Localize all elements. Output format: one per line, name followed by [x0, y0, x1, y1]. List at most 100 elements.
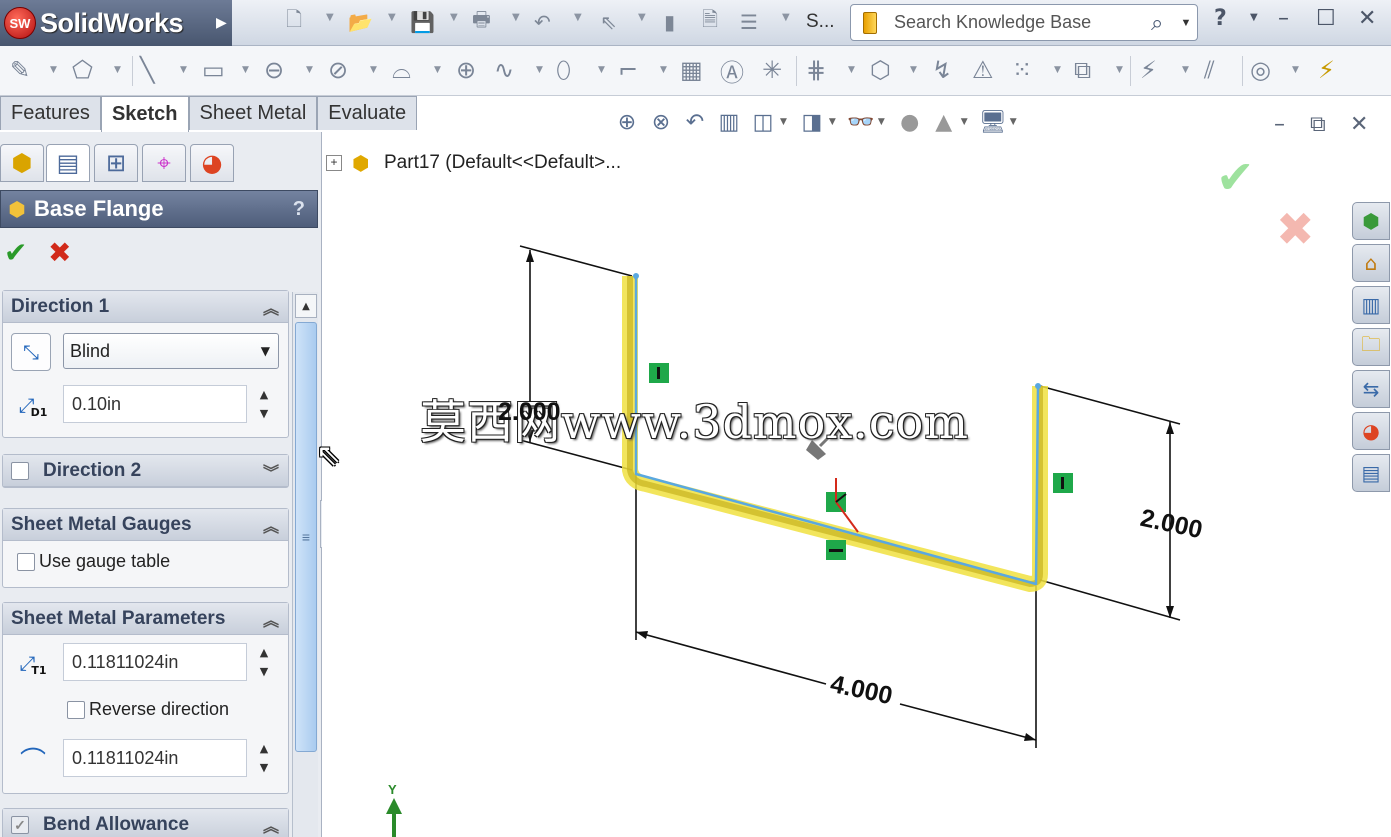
document-minimize-icon[interactable]: –: [1274, 112, 1285, 137]
use-gauge-table-checkbox[interactable]: [17, 552, 35, 571]
appearances-icon[interactable]: ◕: [1352, 412, 1390, 450]
help-icon[interactable]: ?: [1214, 6, 1227, 31]
arc-dropdown-icon[interactable]: ▼: [434, 65, 441, 75]
panel-scrollbar[interactable]: ▲ ≡: [292, 292, 318, 837]
view-settings-dropdown-icon[interactable]: ▼: [1010, 117, 1017, 127]
maximize-icon[interactable]: ☐: [1316, 6, 1336, 31]
scroll-thumb[interactable]: ≡: [295, 322, 317, 752]
file-properties-icon[interactable]: 🗎: [702, 7, 718, 36]
new-dropdown-icon[interactable]: ▼: [326, 12, 334, 23]
fillet-icon[interactable]: ⌐: [618, 55, 638, 85]
bend-allowance-header[interactable]: ✓ Bend Allowance ︽: [3, 809, 288, 837]
depth-spinner[interactable]: ▲ ▼: [253, 385, 275, 423]
circle-icon[interactable]: ⊘: [328, 55, 348, 85]
display-relations-icon[interactable]: ⚡: [1140, 55, 1157, 85]
direction1-header[interactable]: Direction 1 ︽: [3, 291, 288, 323]
confirm-cancel-x-icon[interactable]: ✖: [1276, 202, 1315, 256]
snaps-dropdown-icon[interactable]: ▼: [1292, 65, 1299, 75]
menu-expand-arrow-icon[interactable]: ▶: [216, 14, 227, 31]
dimension-left-label[interactable]: 2.000: [498, 398, 561, 427]
line-icon[interactable]: ╲: [140, 55, 154, 85]
cancel-button[interactable]: ✖: [48, 236, 71, 269]
pattern-dropdown-icon[interactable]: ▼: [1054, 65, 1061, 75]
feature-manager-tab-icon[interactable]: ⬢: [0, 144, 44, 182]
search-dropdown-icon[interactable]: ▼: [1175, 17, 1197, 29]
direction2-header[interactable]: Direction 2 ︾: [3, 455, 288, 487]
solidworks-resources-icon[interactable]: ⬢: [1352, 202, 1390, 240]
previous-view-icon[interactable]: ↶: [678, 105, 712, 139]
configuration-manager-tab-icon[interactable]: ⊞: [94, 144, 138, 182]
save-icon[interactable]: 💾: [410, 8, 435, 36]
hide-show-dropdown-icon[interactable]: ▼: [878, 117, 885, 127]
relations-dropdown-icon[interactable]: ▼: [1182, 65, 1189, 75]
confirm-ok-check-icon[interactable]: ✔: [1216, 150, 1255, 204]
view-palette-icon[interactable]: ⇆: [1352, 370, 1390, 408]
knowledge-base-search[interactable]: Search Knowledge Base ⌕ ▼: [850, 4, 1198, 41]
options-icon[interactable]: ☰: [740, 8, 758, 36]
use-gauge-table-option[interactable]: Use gauge table: [17, 551, 170, 572]
save-dropdown-icon[interactable]: ▼: [450, 12, 458, 23]
document-restore-icon[interactable]: ⧉: [1310, 112, 1326, 137]
ellipse-icon[interactable]: ⬯: [556, 55, 571, 85]
close-icon[interactable]: ✕: [1358, 6, 1376, 31]
polygon-icon[interactable]: ⊕: [456, 55, 476, 85]
ellipse-dropdown-icon[interactable]: ▼: [598, 65, 605, 75]
options-dropdown-icon[interactable]: ▼: [782, 12, 790, 23]
minimize-icon[interactable]: –: [1278, 6, 1289, 31]
dimension-dropdown-icon[interactable]: ▼: [114, 65, 121, 75]
circle-dropdown-icon[interactable]: ▼: [370, 65, 377, 75]
undo-dropdown-icon[interactable]: ▼: [574, 12, 582, 23]
end-condition-select[interactable]: Blind ▼: [63, 333, 279, 369]
rebuild-icon[interactable]: ▮: [664, 8, 675, 36]
gauges-header[interactable]: Sheet Metal Gauges ︽: [3, 509, 288, 541]
help-dropdown-icon[interactable]: ▼: [1250, 12, 1258, 23]
file-explorer-icon[interactable]: 🗀: [1352, 328, 1390, 366]
parameters-header[interactable]: Sheet Metal Parameters ︽: [3, 603, 288, 635]
tab-evaluate[interactable]: Evaluate: [317, 96, 418, 130]
ok-button[interactable]: ✔: [4, 236, 27, 269]
open-folder-icon[interactable]: 📂: [348, 8, 373, 36]
rapid-sketch-icon[interactable]: ⚡: [1318, 55, 1335, 85]
convert-dropdown-icon[interactable]: ▼: [910, 65, 917, 75]
text-icon[interactable]: Ⓐ: [720, 55, 744, 87]
arc-icon[interactable]: ⌓: [392, 55, 411, 85]
point-icon[interactable]: ✳: [762, 55, 782, 85]
tab-features[interactable]: Features: [0, 96, 101, 130]
direction2-checkbox[interactable]: [11, 461, 29, 480]
slot-dropdown-icon[interactable]: ▼: [306, 65, 313, 75]
view-orientation-icon[interactable]: ◫: [746, 105, 780, 139]
bend-radius-field[interactable]: 0.11811024in: [63, 739, 247, 777]
quick-snaps-icon[interactable]: ◎: [1250, 55, 1271, 85]
convert-entities-icon[interactable]: ⬡: [870, 55, 891, 85]
property-manager-tab-icon[interactable]: ▤: [46, 144, 90, 182]
rectangle-icon[interactable]: ▭: [202, 55, 225, 85]
line-dropdown-icon[interactable]: ▼: [180, 65, 187, 75]
app-logo[interactable]: SW SolidWorks ▶: [0, 0, 232, 46]
graphics-area[interactable]: [322, 132, 1391, 837]
select-arrow-icon[interactable]: ⇖: [600, 8, 617, 36]
open-dropdown-icon[interactable]: ▼: [388, 12, 396, 23]
help-icon[interactable]: ?: [293, 198, 305, 221]
tab-sheet-metal[interactable]: Sheet Metal: [188, 96, 318, 130]
rectangle-dropdown-icon[interactable]: ▼: [242, 65, 249, 75]
smart-dimension-icon[interactable]: ⬠: [72, 55, 93, 85]
edit-appearance-icon[interactable]: ●: [893, 105, 927, 139]
display-manager-tab-icon[interactable]: ◕: [190, 144, 234, 182]
sketch-icon[interactable]: ✎: [10, 55, 30, 85]
display-style-icon[interactable]: ◨: [795, 105, 829, 139]
thickness-field[interactable]: 0.11811024in: [63, 643, 247, 681]
collapse-chevron-icon[interactable]: ︽: [260, 607, 282, 631]
display-style-dropdown-icon[interactable]: ▼: [829, 117, 836, 127]
depth-field[interactable]: 0.10in: [63, 385, 247, 423]
bend-allowance-checkbox[interactable]: ✓: [11, 815, 29, 834]
hide-show-items-icon[interactable]: 👓: [844, 105, 878, 139]
document-close-icon[interactable]: ✕: [1350, 112, 1368, 137]
spline-dropdown-icon[interactable]: ▼: [536, 65, 543, 75]
scene-dropdown-icon[interactable]: ▼: [961, 117, 968, 127]
reverse-direction-icon[interactable]: ⤡: [11, 333, 51, 371]
apply-scene-icon[interactable]: ▲: [927, 105, 961, 139]
magnifier-icon[interactable]: ⌕: [1151, 10, 1175, 36]
spline-icon[interactable]: ∿: [494, 55, 514, 85]
thickness-spinner[interactable]: ▲ ▼: [253, 643, 275, 681]
tab-sketch[interactable]: Sketch: [100, 96, 189, 132]
